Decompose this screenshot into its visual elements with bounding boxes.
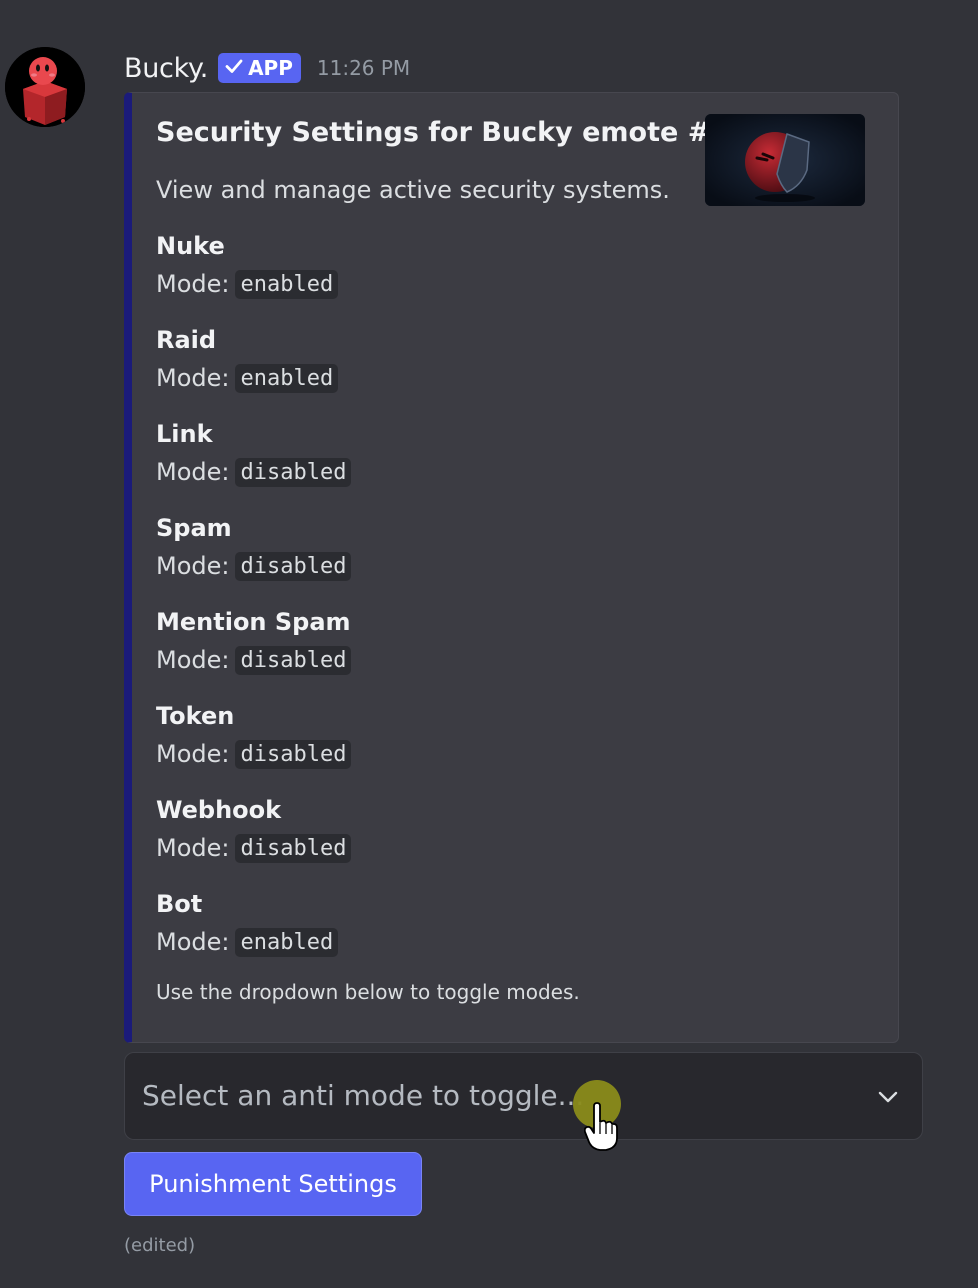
message-timestamp[interactable]: 11:26 PM bbox=[317, 56, 410, 80]
field-value: Mode: enabled bbox=[156, 926, 339, 958]
app-badge-label: APP bbox=[248, 56, 293, 80]
mode-value: disabled bbox=[235, 551, 352, 581]
hand-pointer-icon bbox=[583, 1102, 622, 1152]
mode-value: disabled bbox=[235, 739, 352, 769]
embed-description: View and manage active security systems. bbox=[156, 176, 670, 204]
mode-label: Mode: bbox=[156, 270, 230, 298]
field-value: Mode: disabled bbox=[156, 456, 352, 488]
field-bot: Bot Mode: enabled bbox=[156, 888, 339, 958]
security-embed: Security Settings for Bucky emote #1 Vie… bbox=[124, 92, 899, 1043]
embed-title: Security Settings for Bucky emote #1 bbox=[156, 117, 730, 148]
field-name: Mention Spam bbox=[156, 608, 351, 636]
field-value: Mode: disabled bbox=[156, 738, 352, 770]
app-badge: APP bbox=[218, 53, 301, 83]
punishment-settings-button[interactable]: Punishment Settings bbox=[124, 1152, 422, 1216]
field-value: Mode: enabled bbox=[156, 268, 339, 300]
field-spam: Spam Mode: disabled bbox=[156, 512, 352, 582]
mode-label: Mode: bbox=[156, 740, 230, 768]
mode-label: Mode: bbox=[156, 834, 230, 862]
mode-label: Mode: bbox=[156, 928, 230, 956]
mode-label: Mode: bbox=[156, 646, 230, 674]
message-header: Bucky. APP 11:26 PM bbox=[124, 48, 410, 88]
field-token: Token Mode: disabled bbox=[156, 700, 352, 770]
select-placeholder: Select an anti mode to toggle... bbox=[142, 1079, 585, 1112]
field-value: Mode: disabled bbox=[156, 550, 352, 582]
mode-value: enabled bbox=[235, 363, 339, 393]
edited-label: (edited) bbox=[124, 1235, 196, 1256]
mode-label: Mode: bbox=[156, 364, 230, 392]
field-name: Raid bbox=[156, 326, 217, 354]
checkmark-icon bbox=[224, 56, 244, 81]
author-avatar[interactable] bbox=[5, 47, 85, 127]
field-value: Mode: enabled bbox=[156, 362, 339, 394]
field-name: Webhook bbox=[156, 796, 282, 824]
mode-value: disabled bbox=[235, 833, 352, 863]
embed-footer: Use the dropdown below to toggle modes. bbox=[156, 980, 580, 1004]
mode-label: Mode: bbox=[156, 458, 230, 486]
mode-value: enabled bbox=[235, 269, 339, 299]
author-name[interactable]: Bucky. bbox=[124, 53, 208, 84]
field-name: Token bbox=[156, 702, 235, 730]
field-name: Nuke bbox=[156, 232, 225, 260]
anti-mode-select[interactable]: Select an anti mode to toggle... bbox=[124, 1052, 923, 1140]
field-link: Link Mode: disabled bbox=[156, 418, 352, 488]
message: Bucky. APP 11:26 PM Security Settings fo… bbox=[0, 0, 978, 1288]
field-webhook: Webhook Mode: disabled bbox=[156, 794, 352, 864]
mode-label: Mode: bbox=[156, 552, 230, 580]
field-name: Spam bbox=[156, 514, 232, 542]
field-value: Mode: disabled bbox=[156, 644, 352, 676]
field-nuke: Nuke Mode: enabled bbox=[156, 230, 339, 300]
embed-thumbnail[interactable] bbox=[705, 114, 865, 206]
field-name: Link bbox=[156, 420, 213, 448]
field-value: Mode: disabled bbox=[156, 832, 352, 864]
field-raid: Raid Mode: enabled bbox=[156, 324, 339, 394]
mode-value: disabled bbox=[235, 457, 352, 487]
mode-value: enabled bbox=[235, 927, 339, 957]
mode-value: disabled bbox=[235, 645, 352, 675]
field-name: Bot bbox=[156, 890, 203, 918]
chevron-down-icon[interactable] bbox=[876, 1085, 900, 1109]
field-mention-spam: Mention Spam Mode: disabled bbox=[156, 606, 352, 676]
